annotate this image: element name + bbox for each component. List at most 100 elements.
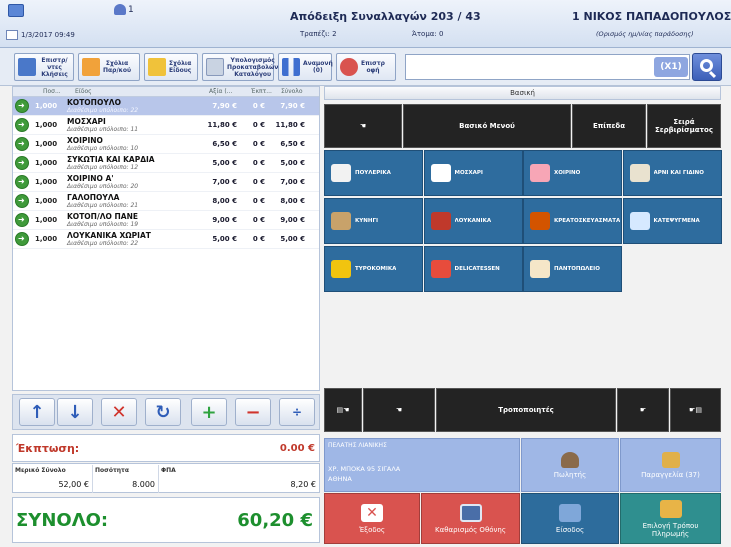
column-qty[interactable]: Ποσ...	[43, 88, 61, 95]
exit-button[interactable]: ✕ Έξοδος	[324, 493, 420, 544]
category-button[interactable]: ΚΑΤΕΨΥΓΜΕΝΑ	[622, 198, 722, 244]
main-menu-button[interactable]: Βασικό Μενού	[403, 104, 571, 148]
login-button[interactable]: Είσοδος	[521, 493, 619, 544]
move-down-button[interactable]: ↓	[57, 398, 93, 426]
item-name: ΣΥΚΩΤΙΑ ΚΑΙ ΚΑΡΔΙΑ	[67, 155, 155, 164]
item-stock: Διαθέσιμο υπόλοιπο: 10	[67, 145, 139, 152]
clear-label: Καθαρισμός Οθόνης	[435, 525, 506, 534]
move-up-button[interactable]: ↑	[19, 398, 55, 426]
arrow-right-icon[interactable]	[15, 175, 29, 189]
orders-button[interactable]: Παραγγελία (37)	[620, 438, 721, 492]
back-button[interactable]: ☚	[324, 104, 402, 148]
customer-comments-button[interactable]: Σχόλια Παρ/κού	[78, 53, 140, 81]
category-button[interactable]: ΑΡΝΙ ΚΑΙ ΓΙΔΙΝΟ	[622, 150, 722, 196]
table-row[interactable]: 1,000 ΚΟΤΟΠΟΥΛΟΔιαθέσιμο υπόλοιπο: 22 7,90…	[13, 97, 319, 116]
skewer-icon	[530, 212, 550, 230]
page-back-button[interactable]: ▤☚	[324, 388, 362, 432]
item-comments-button[interactable]: Σχόλια Είδους	[144, 53, 198, 81]
arrow-right-icon[interactable]	[15, 99, 29, 113]
column-item[interactable]: Είδος	[75, 88, 92, 95]
table-row[interactable]: 1,000 ΛΟΥΚΑΝΙΚΑ ΧΩΡΙΑΤΔιαθέσιμο υπόλοιπο:…	[13, 230, 319, 249]
hold-button[interactable]: Αναμονή (0)	[278, 53, 333, 81]
search-input[interactable]	[405, 54, 690, 80]
category-label: ΛΟΥΚΑΝΙΚΑ	[454, 218, 492, 224]
page-back-icon: ▤☚	[336, 406, 350, 414]
item-total: 7,00 €	[280, 178, 305, 186]
quantity-cell: Ποσότητα 8.000	[93, 465, 159, 493]
modifiers-button[interactable]: Τροποποιητές	[436, 388, 616, 432]
category-button[interactable]: ΚΥΝΗΓΙ	[324, 198, 423, 244]
chicken-icon	[331, 164, 351, 182]
advance-calc-button[interactable]: Υπολογισμός Προκαταβολών Καταλόγου	[202, 53, 278, 81]
item-stock: Διαθέσιμο υπόλοιπο: 11	[67, 126, 139, 133]
pause-icon	[282, 58, 300, 76]
delete-item-button[interactable]: ✕	[101, 398, 137, 426]
next-modifier-button[interactable]: ☛	[617, 388, 669, 432]
arrow-right-icon[interactable]	[15, 137, 29, 151]
minus-icon: −	[245, 401, 261, 423]
table-row[interactable]: 1,000 ΧΟΙΡΙΝΟ Α'Διαθέσιμο υπόλοιπο: 20 7,0…	[13, 173, 319, 192]
arrow-right-icon[interactable]	[15, 156, 29, 170]
payment-method-button[interactable]: Επιλογή Τρόπου Πληρωμής	[620, 493, 721, 544]
column-value[interactable]: Αξία (...	[209, 88, 232, 95]
item-stock: Διαθέσιμο υπόλοιπο: 20	[67, 183, 139, 190]
decrease-qty-button[interactable]: −	[235, 398, 271, 426]
table-row[interactable]: 1,000 ΜΟΣΧΑΡΙΔιαθέσιμο υπόλοιπο: 11 11,80 …	[13, 116, 319, 135]
item-quantity: 1,000	[35, 197, 58, 205]
table-row[interactable]: 1,000 ΚΟΤΟΠ/ΛΟ ΠΑΝΕΔιαθέσιμο υπόλοιπο: 19…	[13, 211, 319, 230]
salesman-button[interactable]: Πωλητής	[521, 438, 619, 492]
refund-icon	[340, 58, 358, 76]
serving-order-button[interactable]: Σειρά Σερβιρίσματος	[647, 104, 721, 148]
prev-modifier-button[interactable]: ☚	[363, 388, 435, 432]
category-button[interactable]: ΠΟΥΛΕΡΙΚΑ	[324, 150, 423, 196]
customer-info-panel[interactable]: ΠΕΛΑΤΗΣ ΛΙΑΝΙΚΗΣ ΧΡ. ΜΠΟΚΑ 95 ΣΙΓΑΛΑ ΑΘΗ…	[324, 438, 520, 492]
refund-button[interactable]: Επιστρ οφή	[336, 53, 396, 81]
persons-count[interactable]: Άτομα: 0	[412, 30, 443, 38]
category-button[interactable]: ΧΟΙΡΙΝΟ	[523, 150, 622, 196]
column-discount[interactable]: Έκπτ...	[251, 88, 272, 95]
item-stock: Διαθέσιμο υπόλοιπο: 12	[67, 164, 139, 171]
delivery-date-link[interactable]: (Ορισμός ημ/νίας παράδοσης)	[596, 30, 694, 38]
arrow-right-icon[interactable]	[15, 118, 29, 132]
levels-button[interactable]: Επίπεδα	[572, 104, 646, 148]
table-number[interactable]: Τραπέζι: 2	[300, 30, 337, 38]
login-label: Είσοδος	[555, 525, 585, 534]
item-total: 11,80 €	[275, 121, 305, 129]
arrow-right-icon[interactable]	[15, 232, 29, 246]
category-button[interactable]: ΠΑΝΤΟΠΩΛΕΙΟ	[523, 246, 622, 292]
category-button[interactable]: ΤΥΡΟΚΟΜΙΚΑ	[324, 246, 423, 292]
clear-screen-button[interactable]: Καθαρισμός Οθόνης	[421, 493, 520, 544]
item-price: 5,00 €	[212, 235, 237, 243]
item-total: 6,50 €	[280, 140, 305, 148]
bread-icon	[530, 260, 550, 278]
returned-calls-button[interactable]: Επιστρ/ντες Κλήσεις	[14, 53, 74, 81]
discount-label: Έκπτωση:	[16, 442, 80, 455]
total-label: ΣΥΝΟΛΟ:	[16, 510, 109, 531]
item-total: 7,90 €	[280, 102, 305, 110]
category-button[interactable]: DELICATESSEN	[423, 246, 523, 292]
category-button[interactable]: ΜΟΣΧΑΡΙ	[423, 150, 523, 196]
refresh-icon: ↻	[155, 401, 171, 423]
column-total[interactable]: Σύνολο	[281, 88, 303, 95]
customer-address: ΧΡ. ΜΠΟΚΑ 95 ΣΙΓΑΛΑ	[328, 465, 401, 473]
table-row[interactable]: 1,000 ΧΟΙΡΙΝΟΔιαθέσιμο υπόλοιπο: 10 6,50 €…	[13, 135, 319, 154]
split-button[interactable]: ÷	[279, 398, 315, 426]
subtotal-panel: Μερικό Σύνολο 52,00 € Ποσότητα 8.000 ΦΠΑ…	[12, 463, 320, 493]
discount-panel[interactable]: Έκπτωση: 0.00 €	[12, 434, 320, 462]
vat-cell: ΦΠΑ 8,20 €	[159, 465, 319, 493]
arrow-right-icon[interactable]	[15, 213, 29, 227]
page-forward-button[interactable]: ☛▤	[670, 388, 721, 432]
increase-qty-button[interactable]: +	[191, 398, 227, 426]
item-stock: Διαθέσιμο υπόλοιπο: 22	[67, 107, 139, 114]
table-row[interactable]: 1,000 ΓΑΛΟΠΟΥΛΑΔιαθέσιμο υπόλοιπο: 21 8,00…	[13, 192, 319, 211]
category-button[interactable]: ΛΟΥΚΑΝΙΚΑ	[423, 198, 523, 244]
refresh-button[interactable]: ↻	[145, 398, 181, 426]
item-price: 6,50 €	[212, 140, 237, 148]
quantity-multiplier[interactable]: (X1)	[654, 57, 688, 77]
category-button[interactable]: ΚΡΕΑΤΟΣΚΕΥΑΣΜΑΤΑ	[523, 198, 622, 244]
arrow-right-icon[interactable]	[15, 194, 29, 208]
table-row[interactable]: 1,000 ΣΥΚΩΤΙΑ ΚΑΙ ΚΑΡΔΙΑΔιαθέσιμο υπόλοιπ…	[13, 154, 319, 173]
search-button[interactable]	[692, 53, 722, 81]
payment-icon	[659, 499, 682, 518]
receipt-title[interactable]: Απόδειξη Συναλλαγών 203 / 43	[290, 10, 481, 23]
